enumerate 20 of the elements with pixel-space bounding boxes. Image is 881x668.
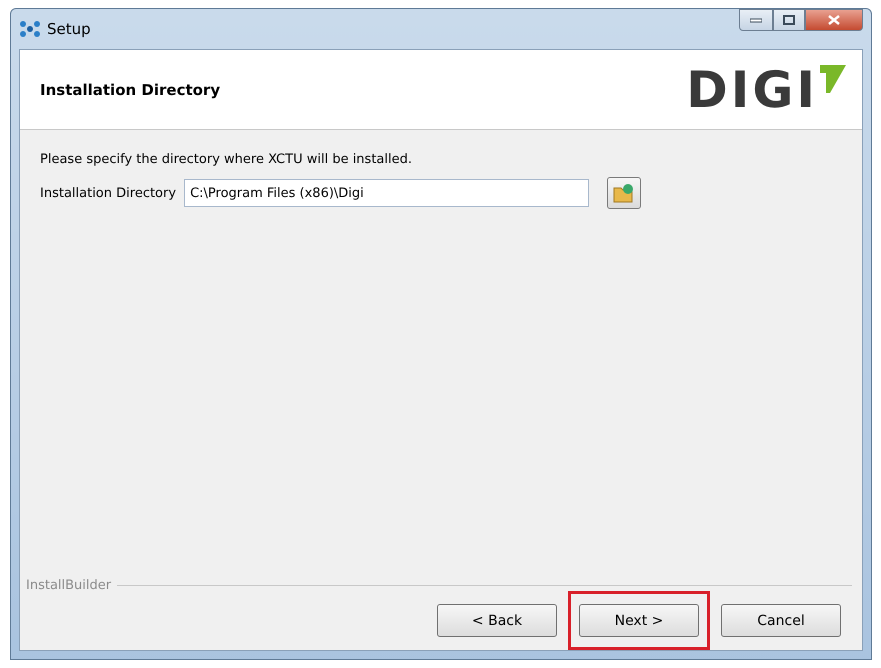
maximize-icon [783, 15, 795, 25]
app-icon [19, 20, 41, 38]
minimize-button[interactable] [739, 9, 773, 31]
close-icon [828, 15, 840, 25]
folder-icon [613, 183, 636, 203]
window-title: Setup [47, 20, 91, 38]
instruction-text: Please specify the directory where XCTU will be installed. [40, 152, 413, 167]
directory-field[interactable]: C:\Program Files (x86)\Digi [184, 179, 590, 207]
page-title: Installation Directory [40, 80, 220, 98]
maximize-button[interactable] [773, 9, 805, 31]
close-button[interactable] [805, 9, 863, 31]
wizard-button[interactable]: < Back [437, 604, 557, 637]
logo-text: DIGI [686, 64, 818, 114]
minimize-icon [750, 17, 762, 23]
logo-mark-icon [820, 64, 846, 94]
field-label: Installation Directory [40, 186, 176, 200]
browse-button[interactable] [607, 177, 642, 209]
wizard-button[interactable]: Cancel [721, 604, 841, 637]
wizard-button[interactable]: Next > [579, 604, 699, 637]
installer-brand: InstallBuilder [26, 578, 112, 593]
